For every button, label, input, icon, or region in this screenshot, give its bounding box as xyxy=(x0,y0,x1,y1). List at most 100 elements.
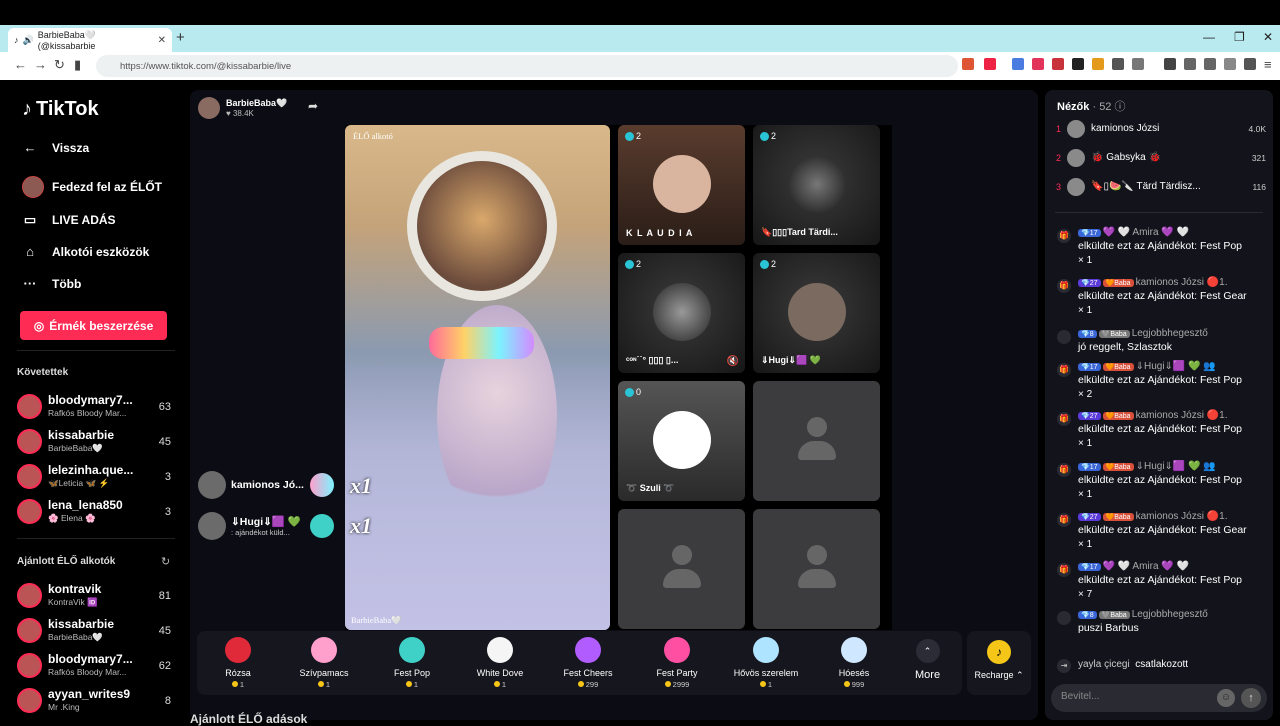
empty-seat[interactable] xyxy=(753,509,880,629)
extension-icon[interactable] xyxy=(1092,58,1104,70)
following-item[interactable]: lena_lena850 🌸 Elena 🌸 3 xyxy=(17,497,177,529)
new-tab-icon[interactable]: + xyxy=(176,29,185,46)
recharge-button[interactable]: ♪ Recharge ⌃ xyxy=(967,631,1031,695)
more-gifts-button[interactable]: ⌃ More xyxy=(915,639,940,681)
nav-live-studio[interactable]: ▭ LIVE ADÁS xyxy=(22,212,116,228)
following-item[interactable]: lelezinha.que... 🦋Leticia 🦋 ⚡ 3 xyxy=(17,462,177,494)
level-badge: 🧡Baba xyxy=(1102,412,1134,420)
message-header[interactable]: 💎8 🩶Baba Legjobbhegesztő xyxy=(1078,609,1208,620)
tiktok-logo[interactable]: ♪ TikTok xyxy=(22,98,99,121)
brave-shield-icon[interactable] xyxy=(962,58,974,70)
gift-fest-party[interactable]: Fest Party 2999 xyxy=(636,631,718,695)
nav-more[interactable]: ··· Több xyxy=(22,276,82,291)
ice-heart-icon xyxy=(753,637,779,663)
sidebar-icon[interactable] xyxy=(1184,58,1196,70)
empty-seat[interactable] xyxy=(753,381,880,501)
message-header[interactable]: 💎27 🧡Baba kamionos Józsi 🔴1. xyxy=(1078,410,1228,421)
host-info[interactable]: BarbieBaba🤍 ♥ 38.4K xyxy=(198,97,287,119)
chat-input[interactable]: Bevitel... ☺ ↑ xyxy=(1051,684,1267,712)
gift-fest-pop[interactable]: Fest Pop 1 xyxy=(371,631,453,695)
guest-tile[interactable]: 2 ᶜᵒᶰ˙˙° ▯▯▯ ▯... 🔇 xyxy=(618,253,745,373)
recommended-item[interactable]: ayyan_writes9 Mr .King 8 xyxy=(17,686,177,718)
puzzle-icon[interactable] xyxy=(1132,58,1144,70)
gift-cool-love[interactable]: Hővös szerelem 1 xyxy=(725,631,807,695)
message-user[interactable]: ⇓Hugi⇓🟪 💚 👥 xyxy=(1136,461,1216,472)
message-text: elküldte ezt az Ajándékot: Fest Gear xyxy=(1078,290,1247,302)
music-icon[interactable] xyxy=(1164,58,1176,70)
following-item[interactable]: bloodymary7... Rafkós Bloody Mar... 63 xyxy=(17,392,177,424)
gift-heart-puff[interactable]: Szívpamacs 1 xyxy=(283,631,365,695)
gift-rose[interactable]: Rózsa 1 xyxy=(197,631,279,695)
message-user[interactable]: kamionos Józsi 🔴1. xyxy=(1136,410,1228,421)
message-user[interactable]: ⇓Hugi⇓🟪 💚 👥 xyxy=(1136,361,1216,372)
message-header[interactable]: 💎17 💜 🤍 Amira 💜 🤍 xyxy=(1078,227,1189,238)
screen-top-bar xyxy=(0,0,1280,25)
viewers-header[interactable]: Nézők · 52 ⓘ xyxy=(1057,98,1126,114)
message-header[interactable]: 💎17 💜 🤍 Amira 💜 🤍 xyxy=(1078,561,1189,572)
refresh-icon[interactable]: ↻ xyxy=(161,555,170,568)
message-user[interactable]: kamionos Józsi 🔴1. xyxy=(1136,511,1228,522)
nav-explore-live[interactable]: Fedezd fel az ÉLŐT xyxy=(22,176,162,198)
extension-icon[interactable] xyxy=(1072,58,1084,70)
send-icon[interactable]: ↑ xyxy=(1241,688,1261,708)
guest-tile[interactable]: 2 K L A U D I A xyxy=(618,125,745,245)
back-icon[interactable]: ← xyxy=(14,57,27,72)
message-text: elküldte ezt az Ajándékot: Fest Pop xyxy=(1078,474,1243,486)
empty-seat[interactable] xyxy=(618,509,745,629)
shield-icon[interactable] xyxy=(1244,58,1256,70)
live-panel: BarbieBaba🤍 ♥ 38.4K ➦ kamionos Jó... ⇓Hu… xyxy=(190,90,1038,720)
gift-white-dove[interactable]: White Dove 1 xyxy=(459,631,541,695)
top-viewer[interactable]: 1 kamionos Józsi 4.0K xyxy=(1056,120,1266,140)
emoji-icon[interactable]: ☺ xyxy=(1217,689,1235,707)
rewards-icon[interactable] xyxy=(984,58,996,70)
recommended-item[interactable]: kontravik KontraVik 🆔 81 xyxy=(17,581,177,613)
recommended-title: Ajánlott ÉLŐ alkotók xyxy=(17,556,116,567)
message-header[interactable]: 💎17 🧡Baba ⇓Hugi⇓🟪 💚 👥 xyxy=(1078,361,1216,372)
message-user[interactable]: 💜 🤍 Amira 💜 🤍 xyxy=(1103,227,1189,238)
guest-tile[interactable]: 0 ➰ Szuli ➰ xyxy=(618,381,745,501)
guest-tile[interactable]: 2 🔖▯▯▯Tard Tärdi... xyxy=(753,125,880,245)
forward-icon[interactable]: → xyxy=(34,57,47,72)
bookmark-icon[interactable]: ▮ xyxy=(74,57,81,73)
reload-icon[interactable]: ↻ xyxy=(54,57,65,73)
avatar xyxy=(17,394,42,419)
message-user[interactable]: Legjobbhegesztő xyxy=(1132,328,1208,339)
extension-icon[interactable] xyxy=(1032,58,1044,70)
message-header[interactable]: 💎27 🧡Baba kamionos Józsi 🔴1. xyxy=(1078,277,1228,288)
guest-tile[interactable]: 2 ⇓Hugi⇓🟪 💚 xyxy=(753,253,880,373)
address-bar[interactable]: https://www.tiktok.com/@kissabarbie/live xyxy=(96,55,958,77)
wallet-icon[interactable] xyxy=(1204,58,1216,70)
following-title: Követettek xyxy=(17,367,69,378)
get-coins-button[interactable]: ◎ Érmék beszerzése xyxy=(20,311,167,340)
restore-icon[interactable]: ❐ xyxy=(1234,30,1245,44)
top-viewer[interactable]: 2 🐞 Gabsyka 🐞 321 xyxy=(1056,149,1266,169)
message-header[interactable]: 💎8 🩶Baba Legjobbhegesztő xyxy=(1078,328,1208,339)
hls-icon[interactable] xyxy=(1052,58,1064,70)
gift-fest-cheers[interactable]: Fest Cheers 299 xyxy=(547,631,629,695)
browser-tab[interactable]: ♪ 🔊 BarbieBaba🤍 (@kissabarbie ✕ xyxy=(8,28,172,52)
recommended-item[interactable]: bloodymary7... Rafkós Bloody Mar... 62 xyxy=(17,651,177,683)
following-item[interactable]: kissabarbie BarbieBaba🤍 45 xyxy=(17,427,177,459)
nav-creator-tools[interactable]: ⌂ Alkotói eszközök xyxy=(22,244,149,259)
nav-back[interactable]: ← Vissza xyxy=(22,140,90,155)
level-badge: 🧡Baba xyxy=(1102,363,1134,371)
message-user[interactable]: kamionos Józsi 🔴1. xyxy=(1136,277,1228,288)
gift-snowfall[interactable]: Hóesés 999 xyxy=(813,631,895,695)
message-user[interactable]: 💜 🤍 Amira 💜 🤍 xyxy=(1103,561,1189,572)
recommended-item[interactable]: kissabarbie BarbieBaba🤍 45 xyxy=(17,616,177,648)
share-icon[interactable]: ➦ xyxy=(308,99,318,113)
translate-icon[interactable] xyxy=(1012,58,1024,70)
close-tab-icon[interactable]: ✕ xyxy=(158,35,166,46)
host-video[interactable]: ÉLŐ alkotó BarbieBaba🤍 xyxy=(345,125,610,630)
message-header[interactable]: 💎17 🧡Baba ⇓Hugi⇓🟪 💚 👥 xyxy=(1078,461,1216,472)
gift-count: × 7 xyxy=(1078,589,1093,600)
close-window-icon[interactable]: ✕ xyxy=(1263,30,1273,44)
extension-icon[interactable] xyxy=(1112,58,1124,70)
message-user[interactable]: Legjobbhegesztő xyxy=(1132,609,1208,620)
top-viewer[interactable]: 3 🔖▯🍉🔪 Tärd Tärdisz... 116 xyxy=(1056,178,1266,198)
level-badge: 🩶Baba xyxy=(1098,330,1130,338)
minimize-icon[interactable]: — xyxy=(1203,30,1215,44)
menu-icon[interactable]: ≡ xyxy=(1264,57,1272,72)
message-header[interactable]: 💎27 🧡Baba kamionos Józsi 🔴1. xyxy=(1078,511,1228,522)
vpn-icon[interactable] xyxy=(1224,58,1236,70)
